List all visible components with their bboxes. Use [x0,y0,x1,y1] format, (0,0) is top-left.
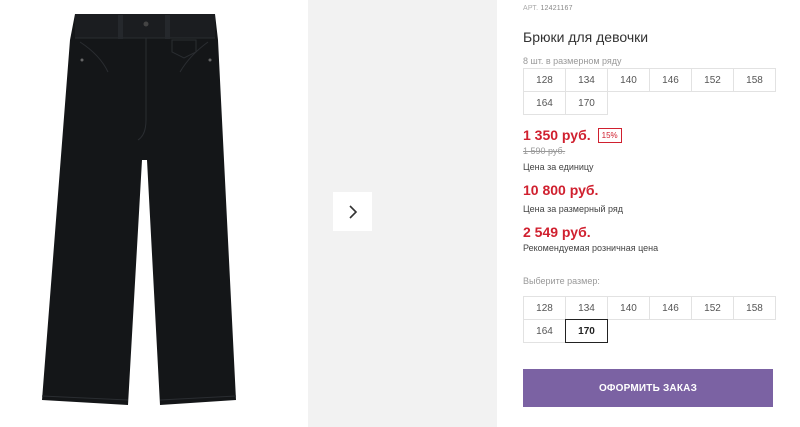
pack-size-cell: 140 [607,68,650,92]
next-image-button[interactable] [333,192,372,231]
pack-size-cell: 164 [523,91,566,115]
pants-image [41,14,237,405]
pack-size-cell: 128 [523,68,566,92]
size-selector-grid: 128 134 140 146 152 158 164 170 [523,296,776,343]
unit-price-caption: Цена за единицу [523,162,594,172]
size-option[interactable]: 140 [607,296,650,320]
size-option[interactable]: 134 [565,296,608,320]
row-price-caption: Цена за размерный ряд [523,204,624,214]
old-price: 1 590 руб. [523,146,566,156]
pack-size-cell: 146 [649,68,692,92]
article-label: АРТ. [523,5,539,12]
pack-size-cell: 134 [565,68,608,92]
product-title: Брюки для девочки [523,29,649,45]
rrp-price: 2 549 руб. [523,224,591,240]
size-option-selected[interactable]: 170 [565,319,608,343]
size-option[interactable]: 164 [523,319,566,343]
size-option[interactable]: 128 [523,296,566,320]
size-option[interactable]: 152 [691,296,734,320]
discount-badge: 15% [597,127,622,143]
article-code: 12421167 [540,5,573,12]
pack-size-grid: 128 134 140 146 152 158 164 170 [523,68,776,115]
chevron-right-icon [348,204,357,219]
rrp-price-caption: Рекомендуемая розничная цена [523,243,659,253]
unit-price: 1 350 руб. [523,127,591,143]
pack-note: 8 шт. в размерном ряду [523,56,622,66]
choose-size-label: Выберите размер: [523,276,600,286]
unit-price-row: 1 350 руб. 15% [523,127,622,143]
pack-size-cell: 158 [733,68,776,92]
article-number: АРТ. 12421167 [523,5,573,12]
row-price: 10 800 руб. [523,182,599,198]
product-info: АРТ. 12421167 Брюки для девочки 8 шт. в … [523,0,783,427]
size-option[interactable]: 158 [733,296,776,320]
pack-size-cell: 170 [565,91,608,115]
order-button[interactable]: ОФОРМИТЬ ЗАКАЗ [523,369,773,407]
pack-size-cell: 152 [691,68,734,92]
size-option[interactable]: 146 [649,296,692,320]
product-gallery [0,0,497,427]
product-photo [0,0,307,427]
